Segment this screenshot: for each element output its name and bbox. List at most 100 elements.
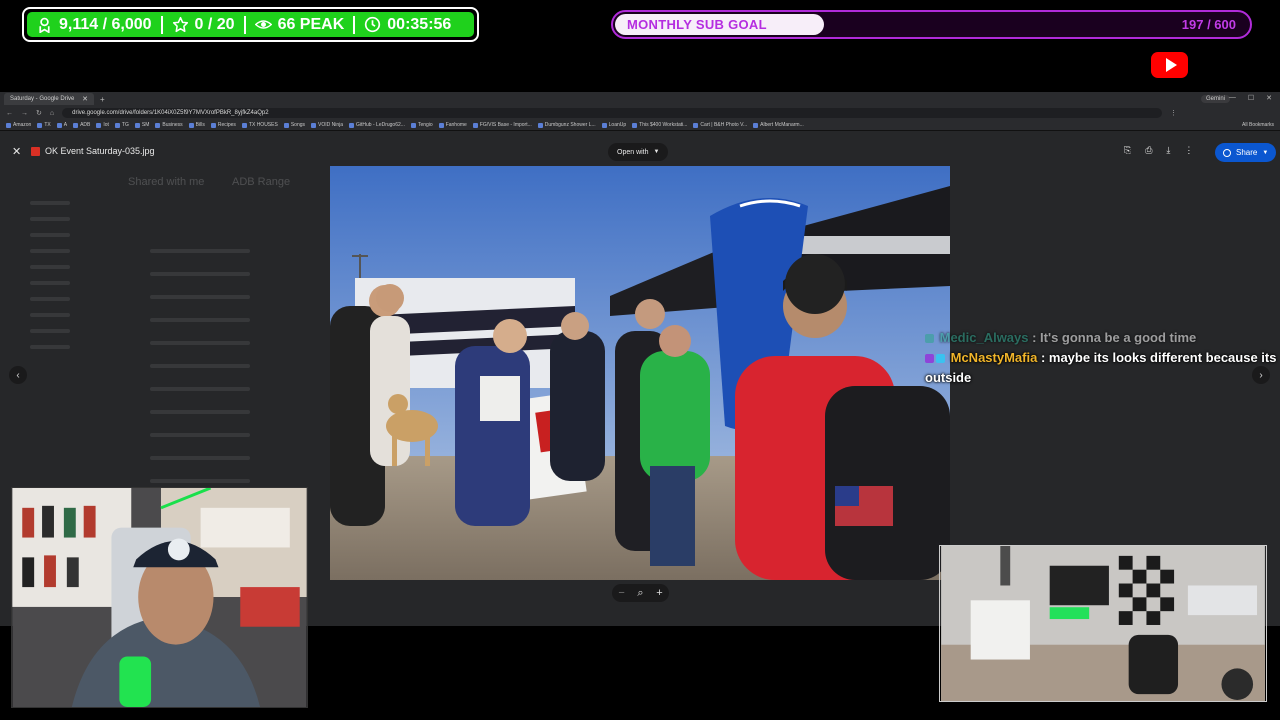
bookmark-item[interactable]: Tengio — [411, 122, 433, 128]
more-options-icon[interactable]: ⋮ — [1184, 145, 1193, 156]
followers-count: 9,114 / 6,000 — [59, 15, 152, 33]
bookmark-item[interactable]: Fanhome — [439, 122, 467, 128]
open-with-button[interactable]: Open with ▼ — [608, 143, 669, 161]
background-file-row — [150, 456, 250, 460]
background-file-row — [150, 433, 250, 437]
chat-message: Medic_Always : It's gonna be a good time — [925, 328, 1280, 348]
room-webcam — [939, 545, 1267, 702]
followers-stat: 9,114 / 6,000 — [27, 12, 161, 37]
new-tab-icon[interactable]: + — [100, 95, 105, 104]
window-controls: — ☐ ✕ — [1229, 94, 1272, 102]
bookmark-item[interactable]: GitHub - LeDrugo62... — [349, 122, 405, 128]
background-file-row — [150, 318, 250, 322]
back-icon[interactable]: ← — [6, 110, 13, 117]
gemini-button[interactable]: Gemini — [1200, 95, 1230, 103]
bookmark-item[interactable]: Cart | B&H Photo V... — [693, 122, 747, 128]
bookmark-item[interactable]: VOID Ninja — [311, 122, 343, 128]
bookmark-item[interactable]: TX HOUSES — [242, 122, 278, 128]
previous-image-button[interactable]: ‹ — [9, 366, 27, 384]
address-url: drive.google.com/drive/folders/1K04iX0Z5… — [72, 110, 269, 116]
stream-stats-bar: 9,114 / 6,000 0 / 20 66 PEAK 00:35:56 — [22, 7, 479, 42]
image-file-icon — [31, 147, 40, 156]
bookmark-item[interactable]: Songs — [284, 122, 305, 128]
bookmark-item[interactable]: TG — [115, 122, 129, 128]
all-bookmarks-button[interactable]: All Bookmarks — [1242, 122, 1274, 128]
reload-icon[interactable]: ↻ — [36, 109, 42, 117]
youtube-logo-icon — [1151, 52, 1188, 78]
sub-goal-count: 197 / 600 — [1181, 17, 1236, 32]
background-sidebar-row — [30, 233, 70, 237]
bookmark-item[interactable]: Dumbgunz Shower L... — [538, 122, 596, 128]
background-sidebar-row — [30, 345, 70, 349]
background-file-row — [150, 479, 250, 483]
chat-badge-icon — [925, 354, 934, 364]
bookmarks-bar: Amazon TX A ADB Iot TG SM Business Bills Recipes T… — [0, 120, 1280, 131]
clock-icon — [365, 16, 381, 33]
chat-username: Medic_Always — [939, 330, 1029, 345]
download-icon[interactable]: ⤓ — [1166, 145, 1170, 156]
follower-icon — [39, 17, 50, 33]
stream-stats-inner: 9,114 / 6,000 0 / 20 66 PEAK 00:35:56 — [27, 12, 474, 37]
minimize-icon[interactable]: — — [1229, 94, 1236, 102]
background-sidebar-row — [30, 313, 70, 317]
stream-frame: 9,114 / 6,000 0 / 20 66 PEAK 00:35:56 MO… — [0, 0, 1280, 720]
open-with-label: Open with — [617, 148, 649, 156]
background-file-row — [150, 387, 250, 391]
viewer-file-name: OK Event Saturday-035.jpg — [45, 146, 155, 156]
event-photo — [330, 166, 950, 580]
maximize-icon[interactable]: ☐ — [1248, 94, 1254, 102]
bookmark-item[interactable]: LoanUp — [602, 122, 627, 128]
home-icon[interactable]: ⌂ — [50, 110, 54, 117]
stream-chat-overlay: Medic_Always : It's gonna be a good time… — [925, 328, 1280, 388]
add-shortcut-icon[interactable]: ⎘ — [1124, 145, 1131, 156]
background-sidebar-row — [30, 281, 70, 285]
chat-username: McNastyMafia — [950, 350, 1038, 365]
folder-title-shared: Shared with me — [128, 176, 205, 188]
background-file-row — [150, 249, 250, 253]
bookmark-item[interactable]: Recipes — [211, 122, 236, 128]
forward-icon[interactable]: → — [21, 110, 28, 117]
bookmark-item[interactable]: Business — [155, 122, 182, 128]
sub-goal-label: MONTHLY SUB GOAL — [627, 17, 767, 32]
background-file-row — [150, 272, 250, 276]
background-file-row — [150, 410, 250, 414]
uptime-stat: 00:35:56 — [355, 12, 460, 37]
bookmark-item[interactable]: Bills — [189, 122, 205, 128]
chat-text: : It's gonna be a good time — [1028, 330, 1197, 345]
zoom-in-button[interactable]: + — [656, 587, 662, 599]
chat-badge-icon — [936, 354, 945, 364]
zoom-icon[interactable]: ⌕ — [637, 587, 643, 600]
bookmark-item[interactable]: This $400 Workstati... — [632, 122, 687, 128]
bookmark-item[interactable]: A — [57, 122, 67, 128]
bookmark-item[interactable]: Albert McManarm... — [753, 122, 804, 128]
background-file-row — [150, 364, 250, 368]
address-bar[interactable]: drive.google.com/drive/folders/1K04iX0Z5… — [62, 108, 1163, 118]
bookmark-item[interactable]: FG/VIS Base - Import... — [473, 122, 532, 128]
close-window-icon[interactable]: ✕ — [1266, 94, 1272, 102]
globe-icon — [1223, 148, 1231, 157]
zoom-controls: − ⌕ + — [612, 584, 669, 602]
star-icon — [172, 16, 188, 33]
bookmark-item[interactable]: SM — [135, 122, 150, 128]
bookmark-item[interactable]: Amazon — [6, 122, 31, 128]
zoom-out-button[interactable]: − — [618, 587, 624, 599]
background-sidebar-row — [30, 329, 70, 333]
tab-title: Saturday - Google Drive — [10, 96, 75, 102]
bookmark-item[interactable]: ADB — [73, 122, 90, 128]
bookmark-item[interactable]: Iot — [96, 122, 109, 128]
monthly-sub-goal-bar: MONTHLY SUB GOAL 197 / 600 — [611, 10, 1252, 39]
tab-google-drive[interactable]: Saturday - Google Drive ✕ — [4, 93, 94, 105]
uptime-value: 00:35:56 — [387, 15, 452, 33]
close-viewer-icon[interactable]: ✕ — [12, 145, 21, 158]
extensions-icon[interactable]: ⋮ — [1170, 109, 1177, 117]
share-button[interactable]: Share ▼ — [1215, 143, 1277, 162]
print-icon[interactable]: ⎙ — [1145, 145, 1152, 156]
bookmark-item[interactable]: TX — [37, 122, 50, 128]
background-sidebar-row — [30, 217, 70, 221]
background-sidebar-row — [30, 297, 70, 301]
background-sidebar-row — [30, 265, 70, 269]
close-tab-icon[interactable]: ✕ — [82, 95, 88, 103]
tab-strip: Saturday - Google Drive ✕ + Gemini — ☐ ✕ — [0, 92, 1280, 106]
favorites-count: 0 / 20 — [194, 15, 235, 33]
background-sidebar-row — [30, 249, 70, 253]
